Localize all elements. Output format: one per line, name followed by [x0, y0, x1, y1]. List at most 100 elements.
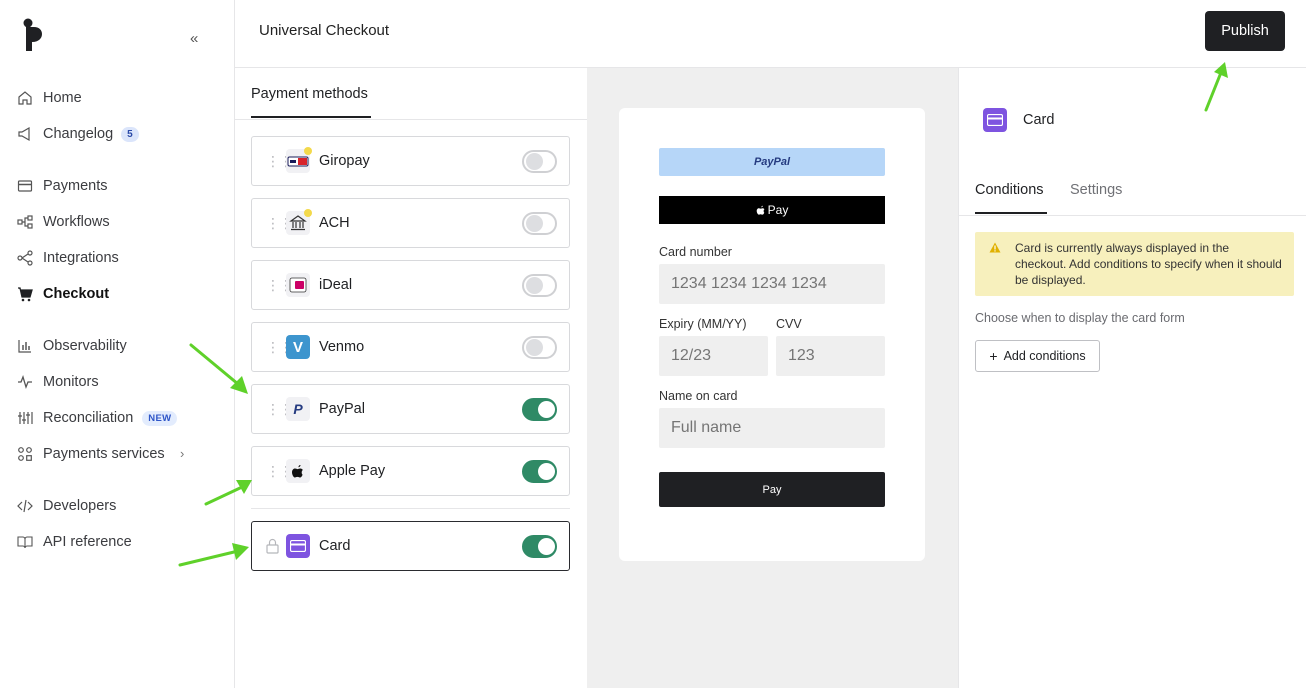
giropay-logo-icon: [286, 147, 312, 173]
pulse-icon: [16, 373, 34, 391]
sidebar-item-api-reference[interactable]: API reference: [16, 530, 132, 554]
sidebar-item-home[interactable]: Home: [16, 86, 82, 110]
sidebar-item-label: Monitors: [43, 374, 99, 390]
expiry-input[interactable]: [659, 336, 768, 376]
card-number-input[interactable]: [659, 264, 885, 304]
warning-icon: [989, 242, 1001, 253]
payment-methods-panel: Payment methods ⋮⋮ Giropay ⋮⋮ ACH ⋮⋮ iDe…: [235, 68, 587, 688]
services-icon: [16, 445, 34, 463]
drag-handle-icon[interactable]: ⋮⋮: [266, 153, 293, 169]
method-toggle-ideal[interactable]: [522, 274, 557, 297]
drag-handle-icon[interactable]: ⋮⋮: [266, 401, 293, 417]
tab-payment-methods[interactable]: Payment methods: [251, 86, 371, 118]
method-toggle-card[interactable]: [522, 535, 557, 558]
sidebar-item-label: Payments services: [43, 446, 165, 462]
apple-logo-icon: [286, 459, 310, 483]
name-on-card-input[interactable]: [659, 408, 885, 448]
home-icon: [16, 89, 34, 107]
expiry-label: Expiry (MM/YY): [659, 317, 747, 331]
sidebar-item-label: Workflows: [43, 214, 110, 230]
sidebar-item-monitors[interactable]: Monitors: [16, 370, 99, 394]
chevron-right-icon[interactable]: ›: [180, 446, 184, 461]
method-row-paypal[interactable]: ⋮⋮ P PayPal: [251, 384, 570, 434]
book-icon: [16, 533, 34, 551]
warning-text: Card is currently always displayed in th…: [1015, 241, 1282, 287]
bar-chart-icon: [16, 337, 34, 355]
method-name: Card: [319, 538, 351, 554]
tab-divider: [235, 119, 587, 120]
checkout-preview-card: PayPal Pay Card number Expiry (MM/YY) CV…: [619, 108, 925, 561]
megaphone-icon: [16, 125, 34, 143]
drag-handle-icon[interactable]: ⋮⋮: [266, 463, 293, 479]
page-title: Universal Checkout: [259, 22, 390, 39]
method-toggle-giropay[interactable]: [522, 150, 557, 173]
card-logo-icon: [983, 108, 1007, 132]
changelog-count-badge: 5: [121, 126, 139, 142]
add-conditions-button[interactable]: + Add conditions: [975, 340, 1100, 372]
warning-banner: Card is currently always displayed in th…: [975, 232, 1294, 296]
sidebar-item-label: Developers: [43, 498, 117, 514]
sidebar-item-label: Home: [43, 90, 82, 106]
cvv-label: CVV: [776, 317, 802, 331]
paypal-pay-button[interactable]: PayPal: [659, 148, 885, 176]
sidebar-item-workflows[interactable]: Workflows: [16, 210, 110, 234]
add-conditions-label: Add conditions: [1003, 349, 1086, 363]
sidebar-item-label: Checkout: [43, 286, 110, 302]
tab-settings[interactable]: Settings: [1070, 182, 1122, 198]
sidebar-item-observability[interactable]: Observability: [16, 334, 127, 358]
method-toggle-paypal[interactable]: [522, 398, 557, 421]
method-row-giropay[interactable]: ⋮⋮ Giropay: [251, 136, 570, 186]
cvv-input[interactable]: [776, 336, 885, 376]
apple-pay-button[interactable]: Pay: [659, 196, 885, 224]
tab-conditions[interactable]: Conditions: [975, 182, 1047, 214]
sidebar-item-label: API reference: [43, 534, 132, 550]
cart-icon: [16, 285, 34, 303]
top-header: Universal Checkout Publish: [235, 0, 1306, 68]
brand-logo[interactable]: [22, 18, 44, 52]
method-row-ideal[interactable]: ⋮⋮ iDeal: [251, 260, 570, 310]
workflow-icon: [16, 213, 34, 231]
sidebar-item-reconciliation[interactable]: Reconciliation NEW: [16, 406, 178, 430]
method-name: Venmo: [319, 339, 365, 355]
publish-button[interactable]: Publish: [1205, 11, 1285, 51]
methods-divider: [251, 508, 570, 509]
collapse-sidebar-icon[interactable]: «: [190, 30, 198, 47]
drag-handle-icon[interactable]: ⋮⋮: [266, 277, 293, 293]
conditions-hint: Choose when to display the card form: [975, 311, 1185, 325]
venmo-logo-icon: V: [286, 335, 310, 359]
method-toggle-ach[interactable]: [522, 212, 557, 235]
method-name: Apple Pay: [319, 463, 386, 479]
credit-card-icon: [16, 177, 34, 195]
method-name: PayPal: [319, 401, 365, 417]
plus-icon: +: [989, 348, 998, 364]
apple-pay-label: Pay: [767, 203, 789, 217]
sidebar-item-checkout[interactable]: Checkout: [16, 282, 109, 306]
sidebar-item-label: Changelog: [43, 126, 114, 142]
sidebar-item-integrations[interactable]: Integrations: [16, 246, 119, 270]
sidebar-item-label: Payments: [43, 178, 108, 194]
drag-handle-icon[interactable]: ⋮⋮: [266, 215, 293, 231]
details-title: Card: [1023, 112, 1055, 128]
lock-icon: [266, 538, 279, 554]
paypal-logo-icon: P: [286, 397, 310, 421]
method-row-ach[interactable]: ⋮⋮ ACH: [251, 198, 570, 248]
app-root: « Home Changelog 5 Payments Workflows In…: [0, 0, 1306, 688]
method-row-venmo[interactable]: ⋮⋮ V Venmo: [251, 322, 570, 372]
method-toggle-venmo[interactable]: [522, 336, 557, 359]
ideal-logo-icon: [286, 273, 310, 297]
integrations-icon: [16, 249, 34, 267]
method-row-card[interactable]: Card: [251, 521, 570, 571]
method-name: Giropay: [319, 153, 370, 169]
method-row-apple-pay[interactable]: ⋮⋮ Apple Pay: [251, 446, 570, 496]
sidebar-item-label: Observability: [43, 338, 127, 354]
sidebar-item-payments[interactable]: Payments: [16, 174, 107, 198]
method-name: ACH: [319, 215, 350, 231]
sidebar-item-changelog[interactable]: Changelog 5: [16, 122, 139, 146]
pay-button[interactable]: Pay: [659, 472, 885, 507]
sidebar-item-payments-services[interactable]: Payments services: [16, 442, 165, 466]
sidebar-item-developers[interactable]: Developers: [16, 494, 116, 518]
method-toggle-apple-pay[interactable]: [522, 460, 557, 483]
bank-icon: [286, 209, 312, 235]
sidebar: « Home Changelog 5 Payments Workflows In…: [0, 0, 235, 688]
drag-handle-icon[interactable]: ⋮⋮: [266, 339, 293, 355]
